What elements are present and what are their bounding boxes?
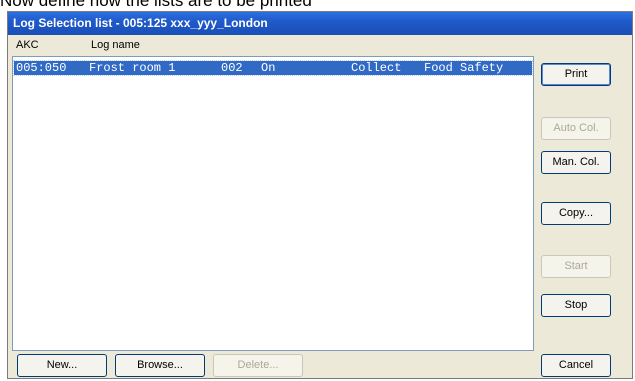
column-header-akc[interactable]: AKC (16, 39, 39, 51)
row-log-name: Frost room 1 (89, 61, 176, 75)
delete-button[interactable]: Delete... (213, 354, 303, 377)
browse-button[interactable]: Browse... (115, 354, 205, 377)
log-selection-dialog: Log Selection list - 005:125 xxx_yyy_Lon… (7, 11, 633, 379)
column-header-log-name[interactable]: Log name (91, 39, 140, 51)
page-caption: Now define how the lists are to be print… (0, 0, 312, 10)
print-button[interactable]: Print (541, 63, 611, 86)
row-mode: Collect (351, 61, 402, 75)
cancel-button[interactable]: Cancel (541, 354, 611, 377)
copy-button[interactable]: Copy... (541, 202, 611, 225)
start-button[interactable]: Start (541, 255, 611, 278)
new-button[interactable]: New... (17, 354, 107, 377)
auto-col-button[interactable]: Auto Col. (541, 117, 611, 140)
row-state: On (261, 61, 276, 75)
list-item[interactable]: 005:050 Frost room 1 002 On Collect Food… (13, 60, 533, 76)
man-col-button[interactable]: Man. Col. (541, 151, 611, 174)
row-akc: 005:050 (16, 61, 67, 75)
stop-button[interactable]: Stop (541, 294, 611, 317)
window-title[interactable]: Log Selection list - 005:125 xxx_yyy_Lon… (8, 12, 632, 35)
row-number: 002 (221, 61, 243, 75)
row-group: Food Safety (424, 61, 504, 75)
log-list[interactable]: 005:050 Frost room 1 002 On Collect Food… (12, 56, 534, 351)
